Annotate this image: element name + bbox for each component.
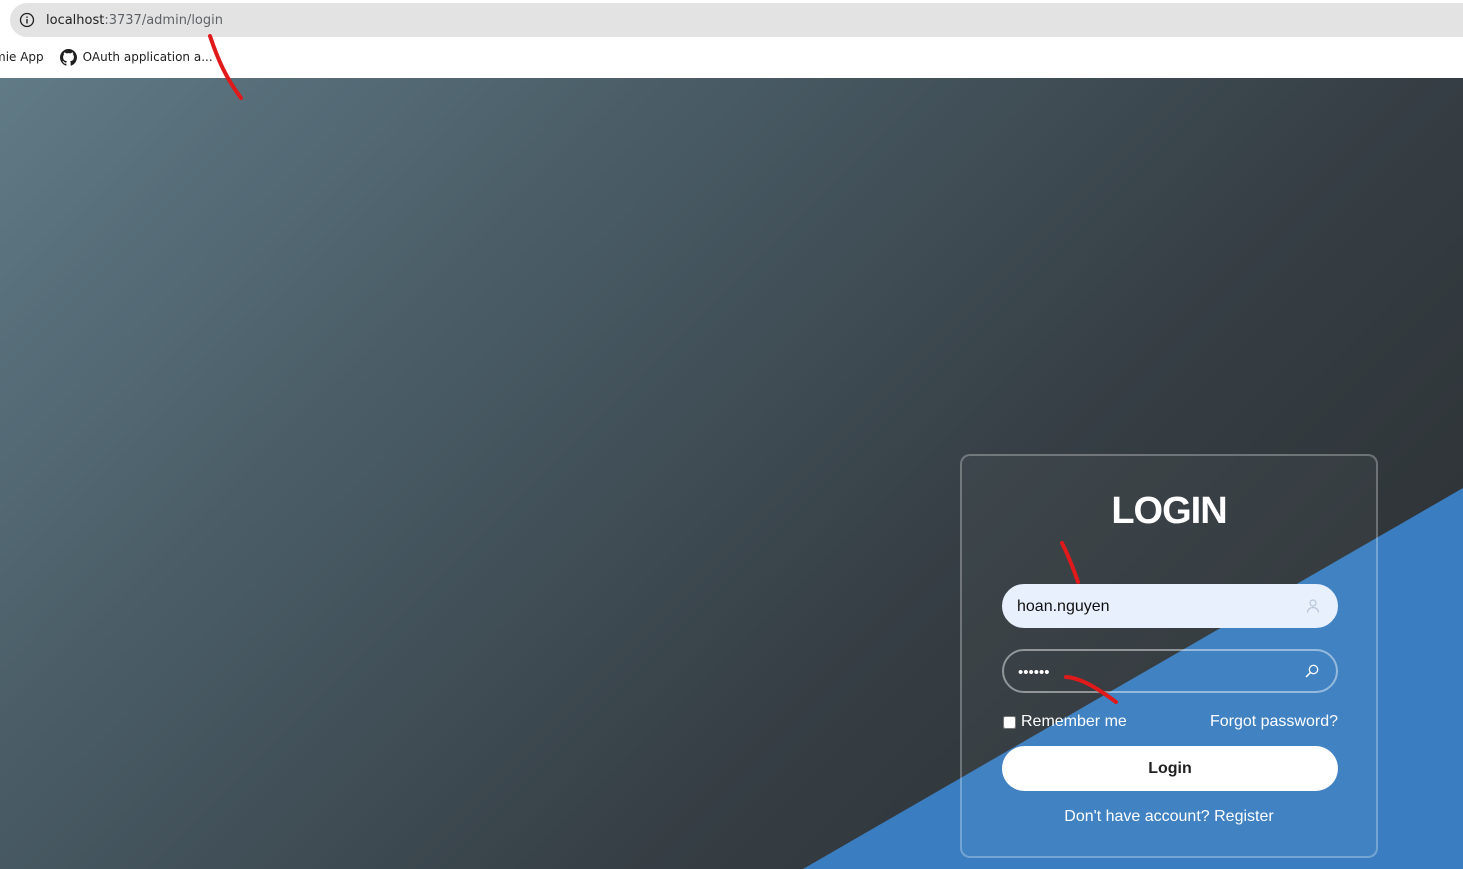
- search-icon: [1304, 663, 1320, 679]
- bookmark-item[interactable]: mie App: [0, 50, 44, 64]
- user-icon: [1305, 598, 1321, 614]
- github-icon: [59, 48, 77, 66]
- info-icon[interactable]: [10, 3, 44, 37]
- register-prompt: Don't have account?: [1064, 808, 1210, 825]
- remember-label: Remember me: [1021, 713, 1127, 730]
- login-button[interactable]: Login: [1002, 746, 1338, 791]
- login-title: LOGIN: [1111, 490, 1227, 532]
- forgot-password-link[interactable]: Forgot password?: [1210, 713, 1338, 731]
- address-bar[interactable]: localhost:3737/admin/login: [10, 3, 1463, 37]
- url-host: localhost: [46, 12, 105, 28]
- username-field[interactable]: [1002, 584, 1338, 629]
- bookmark-label: OAuth application a...: [82, 50, 213, 64]
- password-input[interactable]: [1016, 651, 1290, 693]
- remember-me[interactable]: Remember me: [1002, 713, 1127, 731]
- password-field[interactable]: [1002, 649, 1338, 693]
- login-options: Remember me Forgot password?: [1002, 712, 1338, 732]
- login-card: LOGIN Remember me: [960, 454, 1378, 858]
- bookmark-item[interactable]: OAuth application a...: [59, 48, 213, 66]
- register-row: Don't have account? Register: [962, 808, 1376, 826]
- login-page-background: LOGIN Remember me: [0, 78, 1463, 869]
- register-link[interactable]: Register: [1214, 808, 1274, 825]
- bookmarks-bar: mie App OAuth application a...: [0, 40, 213, 74]
- username-input[interactable]: [1015, 585, 1289, 629]
- browser-chrome: localhost:3737/admin/login mie App OAuth…: [0, 0, 1463, 78]
- url-path: :3737/admin/login: [104, 12, 223, 28]
- url-text[interactable]: localhost:3737/admin/login: [46, 13, 223, 28]
- remember-checkbox[interactable]: [1003, 715, 1016, 729]
